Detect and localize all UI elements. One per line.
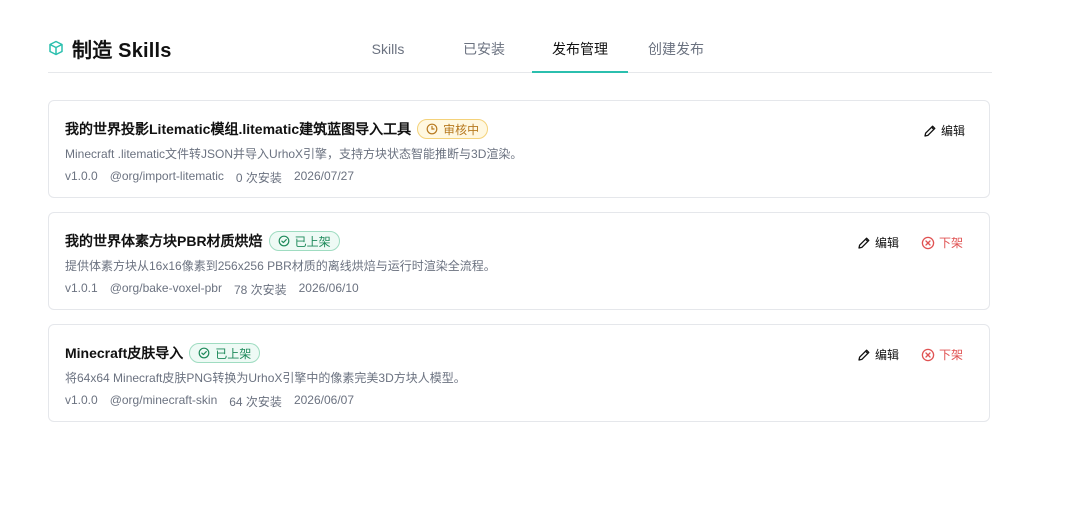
unlist-button[interactable]: 下架 <box>921 234 963 251</box>
card-title-row: Minecraft皮肤导入 已上架 <box>65 342 261 364</box>
tab-installed[interactable]: 已安装 <box>436 34 532 72</box>
tab-create-publish[interactable]: 创建发布 <box>628 34 724 72</box>
skill-description: 提供体素方块从16x16像素到256x256 PBR材质的离线烘焙与运行时渲染全… <box>65 259 496 273</box>
brand-title: 制造 Skills <box>72 39 172 62</box>
pencil-icon <box>924 125 936 137</box>
skill-date: 2026/06/10 <box>298 281 359 295</box>
tab-publish-management[interactable]: 发布管理 <box>532 34 628 73</box>
check-circle-icon <box>278 235 289 247</box>
card-actions: 编辑 下架 <box>857 346 963 363</box>
cube-icon <box>48 40 64 56</box>
tab-skills[interactable]: Skills <box>340 34 436 72</box>
skill-version: v1.0.0 <box>65 393 98 407</box>
skill-installs: 0 次安装 <box>235 171 282 185</box>
brand: 制造 Skills <box>48 34 172 62</box>
edit-label: 编辑 <box>875 236 900 250</box>
status-label: 已上架 <box>215 346 252 361</box>
unlist-label: 下架 <box>939 348 964 362</box>
skill-meta: v1.0.0 @org/import-litematic 0 次安装 2026/… <box>65 169 354 186</box>
status-label: 审核中 <box>443 122 480 137</box>
check-circle-icon <box>198 347 210 359</box>
skill-installs: 64 次安装 <box>229 395 282 409</box>
close-circle-icon <box>921 348 935 361</box>
card-title-row: 我的世界体素方块PBR材质烘焙 已上架 <box>65 230 340 252</box>
edit-button[interactable]: 编辑 <box>857 346 899 363</box>
skill-installs: 78 次安装 <box>233 283 287 297</box>
skill-date: 2026/07/27 <box>293 169 354 183</box>
skill-meta: v1.0.0 @org/minecraft-skin 64 次安装 2026/0… <box>65 393 354 410</box>
edit-label: 编辑 <box>875 348 900 362</box>
skill-title: 我的世界体素方块PBR材质烘焙 <box>65 233 263 249</box>
pencil-icon <box>858 349 870 361</box>
skill-package: @org/bake-voxel-pbr <box>109 281 222 295</box>
page-header: 制造 Skills Skills 已安装 发布管理 创建发布 <box>48 34 992 73</box>
skill-title: 我的世界投影Litematic模组.litematic建筑蓝图导入工具 <box>65 121 412 137</box>
status-badge: 审核中 <box>417 119 489 139</box>
edit-button[interactable]: 编辑 <box>923 122 965 139</box>
close-circle-icon <box>921 236 935 249</box>
card-actions: 编辑 下架 <box>857 234 963 251</box>
status-badge: 已上架 <box>189 343 261 363</box>
edit-label: 编辑 <box>941 124 966 138</box>
status-badge: 已上架 <box>268 231 340 251</box>
card-title-row: 我的世界投影Litematic模组.litematic建筑蓝图导入工具 审核中 <box>65 118 489 140</box>
tab-bar: Skills 已安装 发布管理 创建发布 <box>340 34 724 73</box>
skill-version: v1.0.0 <box>65 169 98 183</box>
skill-date: 2026/06/07 <box>293 393 354 407</box>
skill-card: 我的世界体素方块PBR材质烘焙 已上架 提供体素方块从16x16像素到256x2… <box>48 212 990 310</box>
card-actions: 编辑 <box>923 122 965 139</box>
pencil-icon <box>858 237 870 249</box>
unlist-label: 下架 <box>939 236 964 250</box>
skill-card: 我的世界投影Litematic模组.litematic建筑蓝图导入工具 审核中 … <box>48 100 990 198</box>
skill-card: Minecraft皮肤导入 已上架 将64x64 Minecraft皮肤PNG转… <box>48 324 990 422</box>
clock-icon <box>426 123 438 135</box>
skill-title: Minecraft皮肤导入 <box>65 345 184 361</box>
skill-version: v1.0.1 <box>65 281 98 295</box>
skill-meta: v1.0.1 @org/bake-voxel-pbr 78 次安装 2026/0… <box>65 281 359 298</box>
skill-description: Minecraft .litematic文件转JSON并导入UrhoX引擎，支持… <box>65 147 523 161</box>
status-label: 已上架 <box>294 234 331 249</box>
skill-package: @org/import-litematic <box>109 169 224 183</box>
skill-package: @org/minecraft-skin <box>109 393 218 407</box>
edit-button[interactable]: 编辑 <box>857 234 899 251</box>
unlist-button[interactable]: 下架 <box>921 346 963 363</box>
skill-description: 将64x64 Minecraft皮肤PNG转换为UrhoX引擎中的像素完美3D方… <box>65 371 466 385</box>
